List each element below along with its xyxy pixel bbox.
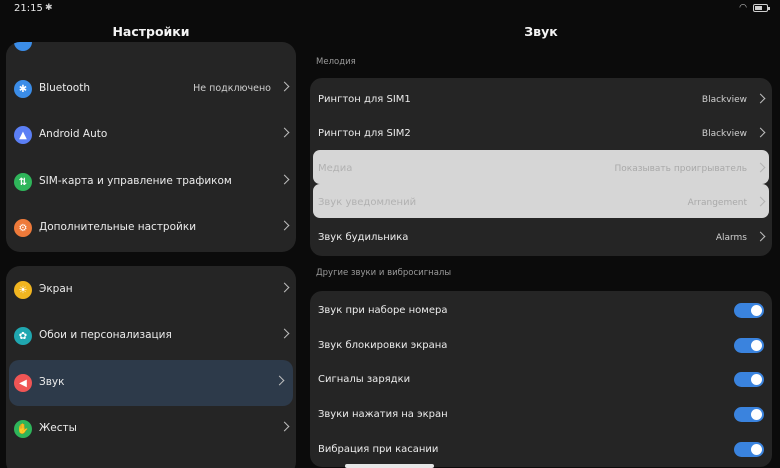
- status-bar: 21:15 ✱ ◠: [0, 0, 780, 18]
- toggle-label: Сигналы зарядки: [318, 374, 411, 385]
- bluetooth-icon: ✱: [45, 3, 53, 13]
- ringtone-card: Рингтон для SIM1 Blackview Рингтон для SIM…: [310, 78, 772, 256]
- chevron-right-icon: [755, 162, 766, 173]
- ringtone-row[interactable]: Звук будильника Alarms: [310, 219, 772, 254]
- sidebar-item[interactable]: ⇅ SIM-карта и управление трафиком: [6, 159, 296, 205]
- toggle-row: Звук блокировки экрана: [310, 327, 772, 362]
- ringtone-value: Blackview: [701, 129, 747, 139]
- sidebar-item-label: Экран: [39, 283, 73, 295]
- ringtone-label: Медиа: [318, 163, 353, 174]
- sidebar-item[interactable]: ☀ Экран: [6, 267, 296, 313]
- chevron-right-icon: [279, 174, 290, 185]
- settings-group-personalization: ☀ Экран ✿ Обои и персонализация ◀ Звук ✋ Жесты: [6, 266, 296, 468]
- ringtone-value: Показывать проигрыватель: [614, 164, 748, 174]
- toggle-row: Звуки нажатия на экран: [310, 396, 772, 431]
- ringtone-row[interactable]: Рингтон для SIM1 Blackview: [310, 81, 772, 116]
- toggle-row: Звук при наборе номера: [310, 292, 772, 327]
- sound-icon: ◀: [14, 374, 32, 392]
- bluetooth-icon: ✱: [14, 80, 32, 98]
- ringtone-value: Blackview: [701, 95, 747, 105]
- sidebar-item-label: Bluetooth: [39, 82, 90, 94]
- sidebar-item[interactable]: ✿ Обои и персонализация: [6, 313, 296, 359]
- sidebar-item[interactable]: ✋ Жесты: [6, 406, 296, 452]
- ringtone-row[interactable]: Медиа Показывать проигрыватель: [313, 150, 769, 184]
- sidebar-item[interactable]: ▲ Android Auto: [6, 112, 296, 158]
- chevron-right-icon: [279, 127, 290, 138]
- ringtone-label: Рингтон для SIM2: [318, 128, 411, 139]
- chevron-right-icon: [274, 375, 285, 386]
- sidebar-item-label: Дополнительные настройки: [39, 221, 197, 233]
- section-other-sounds: Другие звуки и вибросигналы: [316, 268, 452, 278]
- toggle-label: Звук блокировки экрана: [318, 340, 448, 351]
- ringtone-label: Звук уведомлений: [318, 197, 417, 208]
- home-indicator[interactable]: [345, 464, 434, 468]
- partial-item-icon: [14, 42, 32, 51]
- wifi-icon: ◠: [739, 3, 747, 13]
- toggle-label: Звук при наборе номера: [318, 305, 448, 316]
- sim-card-icon: ⇅: [14, 173, 32, 191]
- chevron-right-icon: [279, 220, 290, 231]
- ringtone-row[interactable]: Рингтон для SIM2 Blackview: [310, 115, 772, 150]
- display-icon: ☀: [14, 281, 32, 299]
- status-icons: ◠: [739, 3, 770, 13]
- sidebar-item[interactable]: ◀ Звук: [9, 360, 293, 406]
- status-time: 21:15: [14, 3, 43, 14]
- toggle-switch[interactable]: [734, 407, 764, 422]
- section-ringtone: Мелодия: [316, 57, 356, 67]
- sidebar-item-label: Android Auto: [39, 128, 108, 140]
- chevron-right-icon: [755, 127, 766, 138]
- chevron-right-icon: [279, 328, 290, 339]
- sidebar-item-value: Не подключено: [193, 83, 271, 94]
- ringtone-value: Alarms: [715, 233, 747, 243]
- sidebar-item-label: Звук: [39, 376, 65, 388]
- other-sounds-card: Звук при наборе номера Звук блокировки эк…: [310, 291, 772, 467]
- toggle-switch[interactable]: [734, 372, 764, 387]
- settings-group-connectivity: ✱ Bluetooth Не подключено ▲ Android Auto ⇅ SIM…: [6, 42, 296, 252]
- toggle-switch[interactable]: [734, 338, 764, 353]
- sidebar-item-label: Жесты: [39, 422, 77, 434]
- android-auto-icon: ▲: [14, 126, 32, 144]
- ringtone-label: Звук будильника: [318, 232, 409, 243]
- ringtone-row[interactable]: Звук уведомлений Arrangement: [313, 184, 769, 218]
- chevron-right-icon: [279, 282, 290, 293]
- toggle-row: Сигналы зарядки: [310, 361, 772, 396]
- sidebar-item-label: Обои и персонализация: [39, 329, 172, 341]
- ringtone-label: Рингтон для SIM1: [318, 94, 411, 105]
- toggle-label: Звуки нажатия на экран: [318, 409, 448, 420]
- sidebar-item-label: SIM-карта и управление трафиком: [39, 175, 232, 187]
- wallpaper-icon: ✿: [14, 327, 32, 345]
- toggle-label: Вибрация при касании: [318, 444, 439, 455]
- toggle-switch[interactable]: [734, 442, 764, 457]
- settings-title: Настройки: [112, 24, 190, 39]
- sidebar-item[interactable]: ⚙ Дополнительные настройки: [6, 205, 296, 251]
- gestures-icon: ✋: [14, 420, 32, 438]
- chevron-right-icon: [279, 81, 290, 92]
- chevron-right-icon: [279, 421, 290, 432]
- sidebar-item[interactable]: ✱ Bluetooth Не подключено: [6, 66, 296, 112]
- sound-title: Звук: [524, 24, 558, 39]
- toggle-switch[interactable]: [734, 303, 764, 318]
- chevron-right-icon: [755, 93, 766, 104]
- ringtone-value: Arrangement: [687, 198, 747, 208]
- more-settings-icon: ⚙: [14, 219, 32, 237]
- chevron-right-icon: [755, 196, 766, 207]
- partial-settings-item[interactable]: [6, 42, 296, 56]
- chevron-right-icon: [755, 231, 766, 242]
- battery-icon: [753, 4, 770, 12]
- toggle-row: Вибрация при касании: [310, 431, 772, 466]
